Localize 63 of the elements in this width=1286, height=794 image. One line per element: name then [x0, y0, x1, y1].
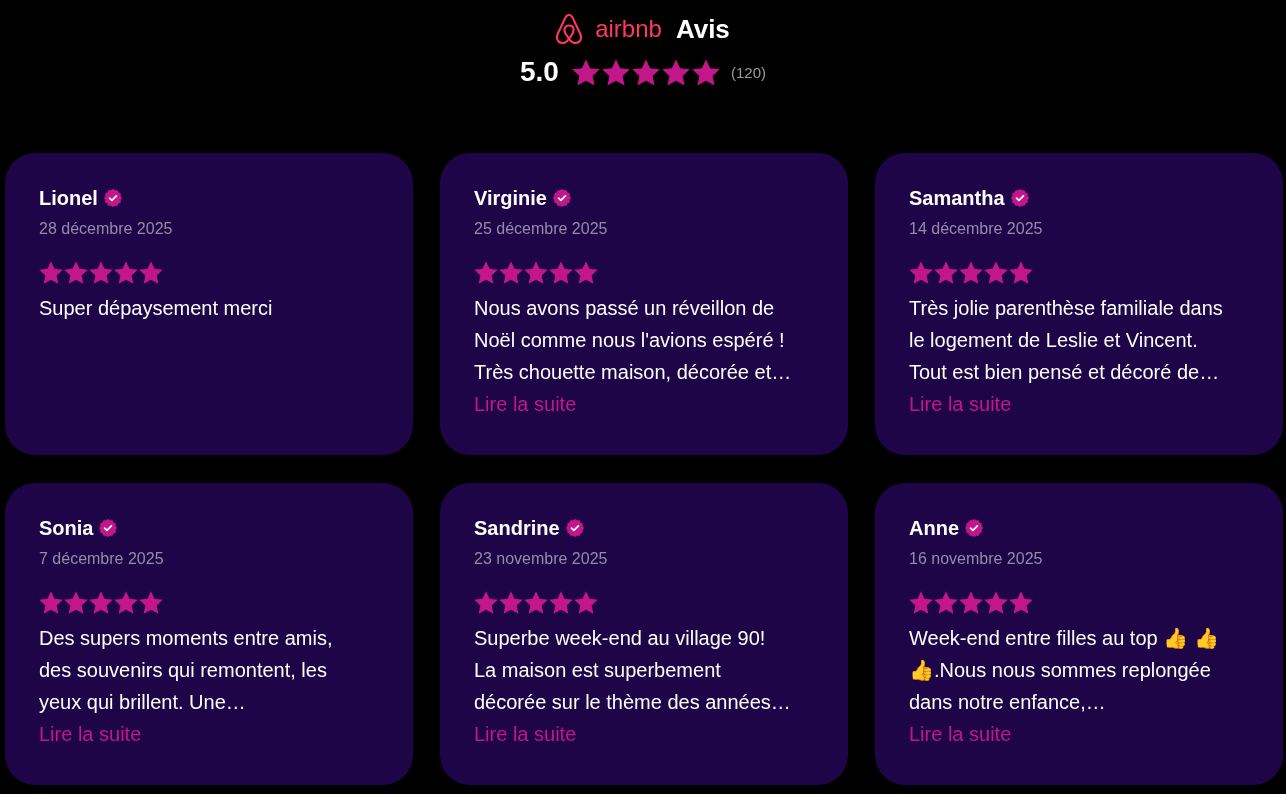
review-date: 16 novembre 2025: [909, 549, 1044, 569]
star-icon: [549, 261, 573, 284]
star-icon: [64, 591, 88, 614]
review-date: 23 novembre 2025: [474, 549, 609, 569]
star-icon: [549, 591, 573, 614]
star-icon: [691, 58, 720, 86]
star-icon: [474, 261, 498, 284]
airbnb-logo-icon: [556, 13, 583, 45]
reviewer-name: Lionel: [39, 186, 98, 210]
review-date: 14 décembre 2025: [909, 219, 1044, 239]
star-icon: [139, 591, 163, 614]
reviewer-name: Sonia: [39, 516, 94, 540]
star-icon: [909, 261, 933, 284]
review-date: 25 décembre 2025: [474, 219, 609, 239]
review-text: Superbe week-end au village 90! La maison est superbement décorée sur le thème des années…: [474, 626, 792, 715]
star-icon: [574, 261, 598, 284]
star-icon: [661, 58, 690, 86]
rating-value: 5.0: [520, 56, 559, 88]
star-icon: [499, 261, 523, 284]
review-text: Nous avons passé un réveillon de Noël comme nous l'avions espéré ! Très chouette maison, décorée et…: [474, 296, 792, 385]
star-icon: [909, 591, 933, 614]
star-icon: [631, 58, 660, 86]
star-icon: [114, 591, 138, 614]
star-icon: [114, 261, 138, 284]
page-title: Avis: [675, 13, 730, 45]
read-more-link[interactable]: Lire la suite: [474, 718, 577, 750]
logo-text: airbnb: [595, 15, 662, 43]
star-icon: [89, 261, 113, 284]
star-icon: [1009, 261, 1033, 284]
star-icon: [499, 591, 523, 614]
star-icon: [934, 261, 958, 284]
review-date: 7 décembre 2025: [39, 549, 165, 569]
star-icon: [574, 591, 598, 614]
star-icon: [524, 261, 548, 284]
star-icon: [934, 591, 958, 614]
review-count: (120): [730, 63, 766, 81]
review-text: Des supers moments entre amis, des souvenirs qui remontent, les yeux qui brillent. Une…: [39, 626, 334, 715]
star-icon: [959, 591, 983, 614]
review-date: 28 décembre 2025: [39, 219, 174, 239]
star-icon: [601, 58, 630, 86]
reviewer-name: Anne: [909, 516, 959, 540]
star-icon: [984, 591, 1008, 614]
read-more-link[interactable]: Lire la suite: [909, 388, 1012, 420]
star-icon: [474, 591, 498, 614]
star-icon: [39, 591, 63, 614]
star-icon: [571, 58, 600, 86]
review-text: Super dépaysement merci: [39, 296, 274, 321]
review-text: Très jolie parenthèse familiale dans le logement de Leslie et Vincent. Tout est bien pensé et décoré de…: [909, 296, 1224, 385]
star-icon: [139, 261, 163, 284]
star-icon: [524, 591, 548, 614]
read-more-link[interactable]: Lire la suite: [39, 718, 142, 750]
star-icon: [959, 261, 983, 284]
star-icon: [39, 261, 63, 284]
star-icon: [89, 591, 113, 614]
reviewer-name: Virginie: [474, 186, 547, 210]
read-more-link[interactable]: Lire la suite: [909, 718, 1012, 750]
star-icon: [984, 261, 1008, 284]
reviewer-name: Sandrine: [474, 516, 560, 540]
read-more-link[interactable]: Lire la suite: [474, 388, 577, 420]
star-icon: [1009, 591, 1033, 614]
review-text: Week-end entre filles au top 👍 👍 👍.Nous nous sommes replongée dans notre enfance,…: [909, 626, 1220, 715]
star-icon: [64, 261, 88, 284]
reviewer-name: Samantha: [909, 186, 1005, 210]
